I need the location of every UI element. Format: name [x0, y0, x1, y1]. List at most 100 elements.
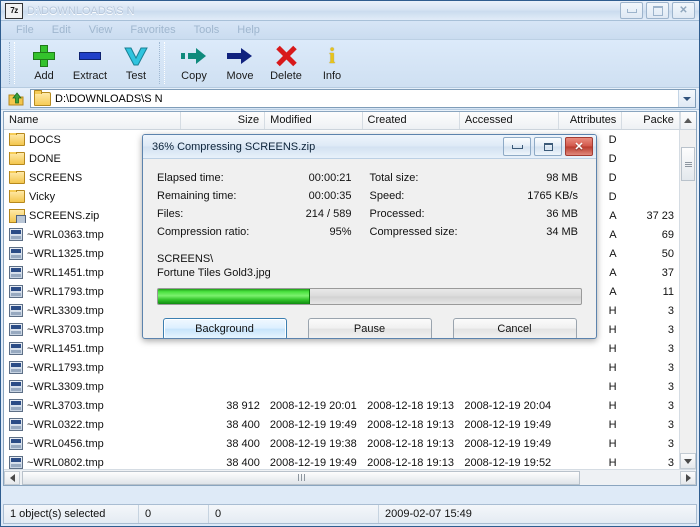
chevron-left-icon [9, 473, 15, 482]
info-button-label: Info [322, 70, 342, 82]
cell-attributes: H [608, 418, 617, 431]
background-button[interactable]: Background [162, 318, 287, 338]
file-name: ~WRL0322.tmp [27, 418, 104, 431]
tmpfile-icon [9, 285, 23, 298]
minimize-button[interactable] [620, 2, 643, 19]
cell-name: ~WRL0802.tmp [4, 456, 181, 469]
cancel-button[interactable]: Cancel [452, 318, 577, 338]
table-row[interactable]: ~WRL0322.tmp 38 400 2008-12-19 19:49 2008-1… [4, 415, 679, 434]
column-header-attributes[interactable]: Attributes [559, 112, 623, 129]
menu-item-help[interactable]: Help [228, 23, 269, 37]
folder-icon [34, 89, 51, 106]
stat-remaining-time: Remaining time: 00:00:35 [157, 187, 370, 205]
vertical-scrollbar-thumb[interactable] [681, 147, 695, 181]
table-row[interactable]: ~WRL3703.tmp 38 912 2008-12-19 20:01 2008-1… [4, 396, 679, 415]
scroll-right-button[interactable] [680, 470, 696, 485]
scroll-up-button-top[interactable] [679, 112, 696, 129]
move-arrow-icon [227, 43, 253, 69]
red-x-icon [275, 43, 297, 69]
column-header-name[interactable]: Name [4, 112, 182, 129]
cell-created: 2008-12-18 19:13 [367, 456, 454, 469]
cell-accessed: 2008-12-19 19:52 [464, 456, 552, 469]
up-one-level-button[interactable] [4, 89, 28, 109]
dialog-maximize-button[interactable] [534, 137, 562, 156]
table-row[interactable]: ~WRL1793.tmp H 3 [4, 358, 679, 377]
table-row[interactable]: ~WRL0456.tmp 38 400 2008-12-19 19:38 2008-1… [4, 434, 679, 453]
column-header-accessed[interactable]: Accessed [460, 112, 560, 129]
vertical-scrollbar[interactable] [679, 130, 696, 469]
cell-packed: 11 [662, 285, 674, 298]
add-button[interactable]: Add [21, 40, 67, 84]
scroll-down-button[interactable] [680, 453, 696, 469]
move-button-label: Move [226, 70, 254, 82]
stat-label: Speed: [369, 190, 405, 202]
stat-total-size: Total size: 98 MB [370, 169, 583, 187]
archive-icon [9, 208, 26, 223]
cell-packed: 50 [661, 247, 674, 260]
menu-item-tools[interactable]: Tools [185, 23, 229, 37]
maximize-button[interactable] [646, 2, 669, 19]
horizontal-scrollbar-track[interactable] [20, 470, 680, 485]
test-button-label: Test [125, 70, 147, 82]
cell-modified: 2008-12-19 20:01 [269, 399, 357, 412]
progress-bar [157, 288, 582, 305]
toolbar-group-archive: Add Extract Test [21, 40, 159, 84]
cell-attributes: H [608, 380, 617, 393]
delete-button[interactable]: Delete [263, 40, 309, 84]
path-dropdown-button[interactable] [678, 90, 695, 107]
table-row[interactable]: ~WRL3309.tmp H 3 [4, 377, 679, 396]
pause-button[interactable]: Pause [307, 318, 432, 338]
move-button[interactable]: Move [217, 40, 263, 84]
copy-button[interactable]: Copy [171, 40, 217, 84]
column-header-created[interactable]: Created [363, 112, 460, 129]
tmpfile-icon [9, 456, 23, 469]
menu-item-view[interactable]: View [80, 23, 122, 37]
path-text: D:\DOWNLOADS\S N [55, 92, 163, 105]
horizontal-scrollbar[interactable] [4, 469, 696, 485]
info-button[interactable]: i Info [309, 40, 355, 84]
stat-value: 00:00:21 [308, 172, 352, 184]
horizontal-scrollbar-thumb[interactable] [22, 470, 580, 485]
file-name: DONE [29, 152, 61, 165]
column-header-modified[interactable]: Modified [265, 112, 363, 129]
stat-speed: Speed: 1765 KB/s [370, 187, 583, 205]
stat-compression-ratio: Compression ratio: 95% [157, 223, 370, 241]
cell-packed: 37 [661, 266, 674, 279]
cell-attributes: H [608, 437, 617, 450]
test-button[interactable]: Test [113, 40, 159, 84]
cell-attributes: H [608, 456, 617, 469]
stat-label: Files: [157, 208, 184, 220]
menu-item-favorites[interactable]: Favorites [121, 23, 184, 37]
dialog-close-button[interactable]: ✕ [565, 137, 593, 156]
column-header-size[interactable]: Size [181, 112, 266, 129]
compress-progress-dialog: 36% Compressing SCREENS.zip ✕ Elapsed ti… [142, 134, 597, 339]
current-item: SCREENS\ Fortune Tiles Gold3.jpg [157, 252, 582, 282]
menu-item-edit[interactable]: Edit [43, 23, 80, 37]
cell-packed: 3 [667, 342, 674, 355]
path-combobox[interactable]: D:\DOWNLOADS\S N [30, 89, 696, 108]
chevron-down-icon [683, 96, 691, 101]
close-button[interactable]: ✕ [672, 2, 695, 19]
cell-created: 2008-12-18 19:13 [367, 399, 454, 412]
dialog-buttons: Background Pause Cancel [157, 318, 582, 338]
scroll-left-button[interactable] [4, 470, 20, 485]
column-header-packed[interactable]: Packe [622, 112, 680, 129]
cell-name: ~WRL1451.tmp [4, 342, 181, 355]
tmpfile-icon [9, 266, 23, 279]
delete-button-label: Delete [270, 70, 302, 82]
dialog-title-bar: 36% Compressing SCREENS.zip ✕ [143, 135, 596, 159]
tmpfile-icon [9, 323, 23, 336]
grip-icon [297, 474, 305, 481]
table-row[interactable]: ~WRL1451.tmp H 3 [4, 339, 679, 358]
copy-button-label: Copy [181, 70, 207, 82]
menu-item-file[interactable]: File [7, 23, 43, 37]
add-button-label: Add [34, 70, 54, 82]
progress-bar-fill [158, 289, 311, 304]
table-row[interactable]: ~WRL0802.tmp 38 400 2008-12-19 19:49 2008-1… [4, 453, 679, 469]
dialog-minimize-button[interactable] [503, 137, 531, 156]
status-field-2: 0 [139, 505, 209, 523]
extract-button[interactable]: Extract [67, 40, 113, 84]
file-name: ~WRL0802.tmp [27, 456, 104, 469]
stat-label: Total size: [369, 172, 419, 184]
stat-value: 95% [329, 226, 352, 238]
